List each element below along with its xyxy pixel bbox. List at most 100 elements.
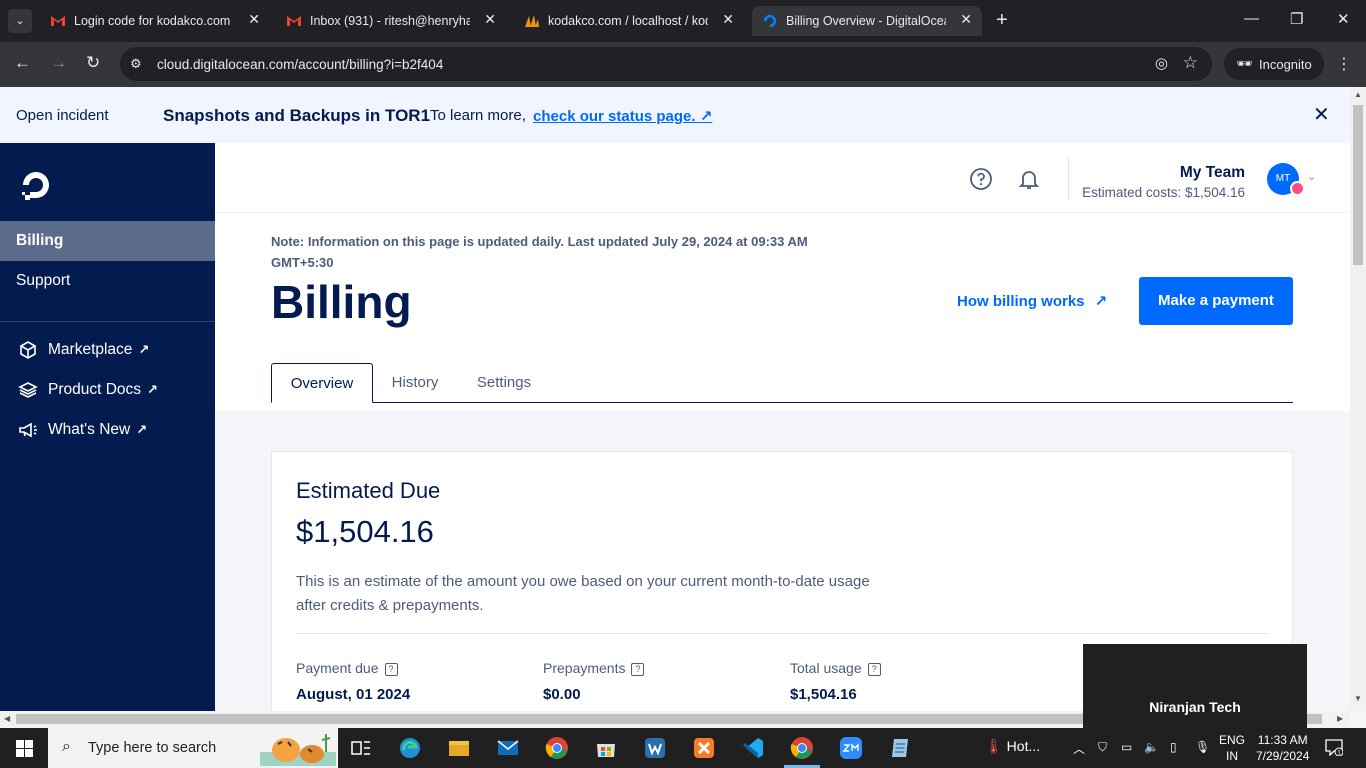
incognito-icon: 🕶 [1236, 56, 1253, 71]
forward-icon[interactable]: → [50, 53, 67, 73]
browser-tab[interactable]: Inbox (931) - ritesh@henryharv ✕ [276, 6, 506, 36]
help-icon[interactable]: ? [867, 663, 881, 676]
taskbar-search[interactable]: ⌕ Type here to search [48, 728, 338, 768]
security-icon[interactable]: ⛉ [1098, 740, 1107, 755]
scrollbar-thumb[interactable] [1353, 105, 1363, 265]
tab-title: kodakco.com / localhost / koda [548, 14, 708, 28]
language-indicator[interactable]: ENG IN [1219, 732, 1245, 764]
tab-overview[interactable]: Overview [271, 363, 373, 403]
help-icon[interactable] [969, 167, 993, 191]
app-w-icon[interactable] [643, 736, 667, 760]
chrome-icon[interactable] [545, 736, 569, 760]
xampp-icon[interactable] [692, 736, 716, 760]
system-clock[interactable]: 11:33 AM 7/29/2024 [1256, 732, 1309, 764]
zoom-icon[interactable] [839, 736, 863, 760]
microphone-icon[interactable]: 🎙 [1195, 740, 1210, 754]
tab-close-icon[interactable]: ✕ [484, 11, 496, 28]
stat-value: $1,504.16 [790, 686, 857, 703]
chrome-active-icon[interactable] [790, 736, 814, 760]
estimate-description: This is an estimate of the amount you ow… [296, 573, 870, 614]
sidebar-link-marketplace[interactable]: Marketplace ↗ [0, 330, 215, 370]
tab-close-icon[interactable]: ✕ [722, 11, 734, 28]
search-highlight-illustration [260, 734, 336, 766]
search-icon: ⌕ [62, 738, 71, 755]
scroll-right-icon[interactable]: ▶ [1337, 714, 1343, 723]
minimize-icon[interactable]: — [1244, 10, 1259, 27]
new-tab-button[interactable]: + [996, 9, 1008, 31]
microsoft-store-icon[interactable] [594, 736, 618, 760]
url-text[interactable]: cloud.digitalocean.com/account/billing?i… [157, 57, 443, 72]
bookmark-star-icon[interactable]: ☆ [1183, 53, 1198, 73]
chevron-down-icon[interactable]: ⌄ [1307, 170, 1316, 183]
incognito-indicator[interactable]: 🕶 Incognito [1224, 48, 1324, 80]
incident-message: To learn more, [430, 107, 526, 124]
restore-icon[interactable]: ❐ [1290, 10, 1303, 28]
browser-menu-icon[interactable]: ⋮ [1336, 54, 1352, 74]
vertical-scrollbar[interactable]: ▲ ▼ [1350, 87, 1366, 711]
help-icon[interactable]: ? [631, 663, 645, 676]
estimated-costs: Estimated costs: $1,504.16 [1082, 185, 1245, 200]
back-icon[interactable]: ← [14, 53, 31, 73]
status-page-link[interactable]: check our status page. ↗ [533, 107, 712, 125]
tab-history[interactable]: History [378, 363, 452, 403]
digitalocean-logo[interactable] [18, 167, 54, 203]
banner-close-icon[interactable]: ✕ [1313, 102, 1330, 127]
layers-icon [18, 382, 38, 398]
how-billing-works-link[interactable]: How billing works ↗ [957, 292, 1107, 310]
language-region: IN [1226, 749, 1238, 763]
team-name[interactable]: My Team [1180, 164, 1245, 182]
bell-icon[interactable] [1017, 167, 1041, 191]
mail-icon[interactable] [496, 736, 520, 760]
status-page-link-text[interactable]: check our status page. [533, 108, 696, 125]
file-explorer-icon[interactable] [447, 736, 471, 760]
browser-tab[interactable]: Login code for kodakco.com - r ✕ [40, 6, 270, 36]
stat-payment-due: Payment due? August, 01 2024 [296, 660, 410, 703]
browser-tab-active[interactable]: Billing Overview - DigitalOcean ✕ [752, 6, 982, 36]
vscode-icon[interactable] [741, 736, 765, 760]
tab-search-button[interactable]: ⌄ [8, 9, 32, 33]
thermometer-icon: 🌡 [985, 738, 1003, 754]
external-link-icon: ↗ [699, 108, 713, 125]
digitalocean-icon [763, 14, 777, 28]
notification-center-icon[interactable]: 1 [1325, 739, 1343, 756]
card-heading: Estimated Due [296, 478, 441, 503]
scroll-up-icon[interactable]: ▲ [1354, 90, 1362, 99]
site-info-icon[interactable]: ⚙ [130, 56, 146, 72]
help-icon[interactable]: ? [384, 663, 398, 676]
volume-icon[interactable]: 🔈 [1144, 740, 1159, 754]
external-link-icon: ↗ [147, 382, 158, 397]
sidebar-link-product-docs[interactable]: Product Docs ↗ [0, 370, 215, 410]
tracking-protection-icon[interactable]: ◎ [1155, 54, 1168, 72]
reload-icon[interactable]: ↻ [86, 53, 100, 73]
search-placeholder[interactable]: Type here to search [88, 740, 216, 756]
sidebar-item-support[interactable]: Support [0, 261, 215, 301]
weather-widget[interactable]: 🌡 Hot... [985, 738, 1040, 755]
windows-start-icon[interactable] [16, 740, 33, 757]
tab-title: Billing Overview - DigitalOcean [786, 14, 946, 28]
scroll-left-icon[interactable]: ◀ [4, 714, 10, 723]
notepad-icon[interactable] [888, 736, 912, 760]
network-icon[interactable]: ▯ [1170, 740, 1177, 754]
top-bar: My Team Estimated costs: $1,504.16 MT ⌄ [215, 143, 1350, 213]
task-view-icon[interactable] [349, 736, 373, 760]
incognito-label: Incognito [1259, 57, 1312, 72]
make-payment-button[interactable]: Make a payment [1139, 277, 1293, 325]
tab-settings[interactable]: Settings [464, 363, 544, 403]
tab-close-icon[interactable]: ✕ [960, 11, 972, 28]
weather-text: Hot... [1006, 738, 1041, 754]
edge-icon[interactable] [398, 736, 422, 760]
scroll-down-icon[interactable]: ▼ [1354, 694, 1362, 703]
how-billing-works-label[interactable]: How billing works [957, 293, 1085, 310]
sidebar-link-whats-new[interactable]: What's New ↗ [0, 410, 215, 450]
stat-label: Payment due [296, 660, 379, 676]
sidebar-item-billing[interactable]: Billing [0, 221, 215, 261]
tray-chevron-up-icon[interactable]: ︿ [1073, 740, 1085, 757]
incident-status: Open incident [16, 107, 109, 124]
close-window-icon[interactable]: ✕ [1337, 10, 1350, 28]
card-divider [296, 633, 1270, 634]
megaphone-icon [19, 422, 37, 438]
tab-close-icon[interactable]: ✕ [248, 11, 260, 28]
battery-icon[interactable]: ▭ [1121, 740, 1132, 754]
browser-tab[interactable]: kodakco.com / localhost / koda ✕ [514, 6, 744, 36]
address-bar[interactable]: ⚙ cloud.digitalocean.com/account/billing… [120, 47, 1212, 81]
